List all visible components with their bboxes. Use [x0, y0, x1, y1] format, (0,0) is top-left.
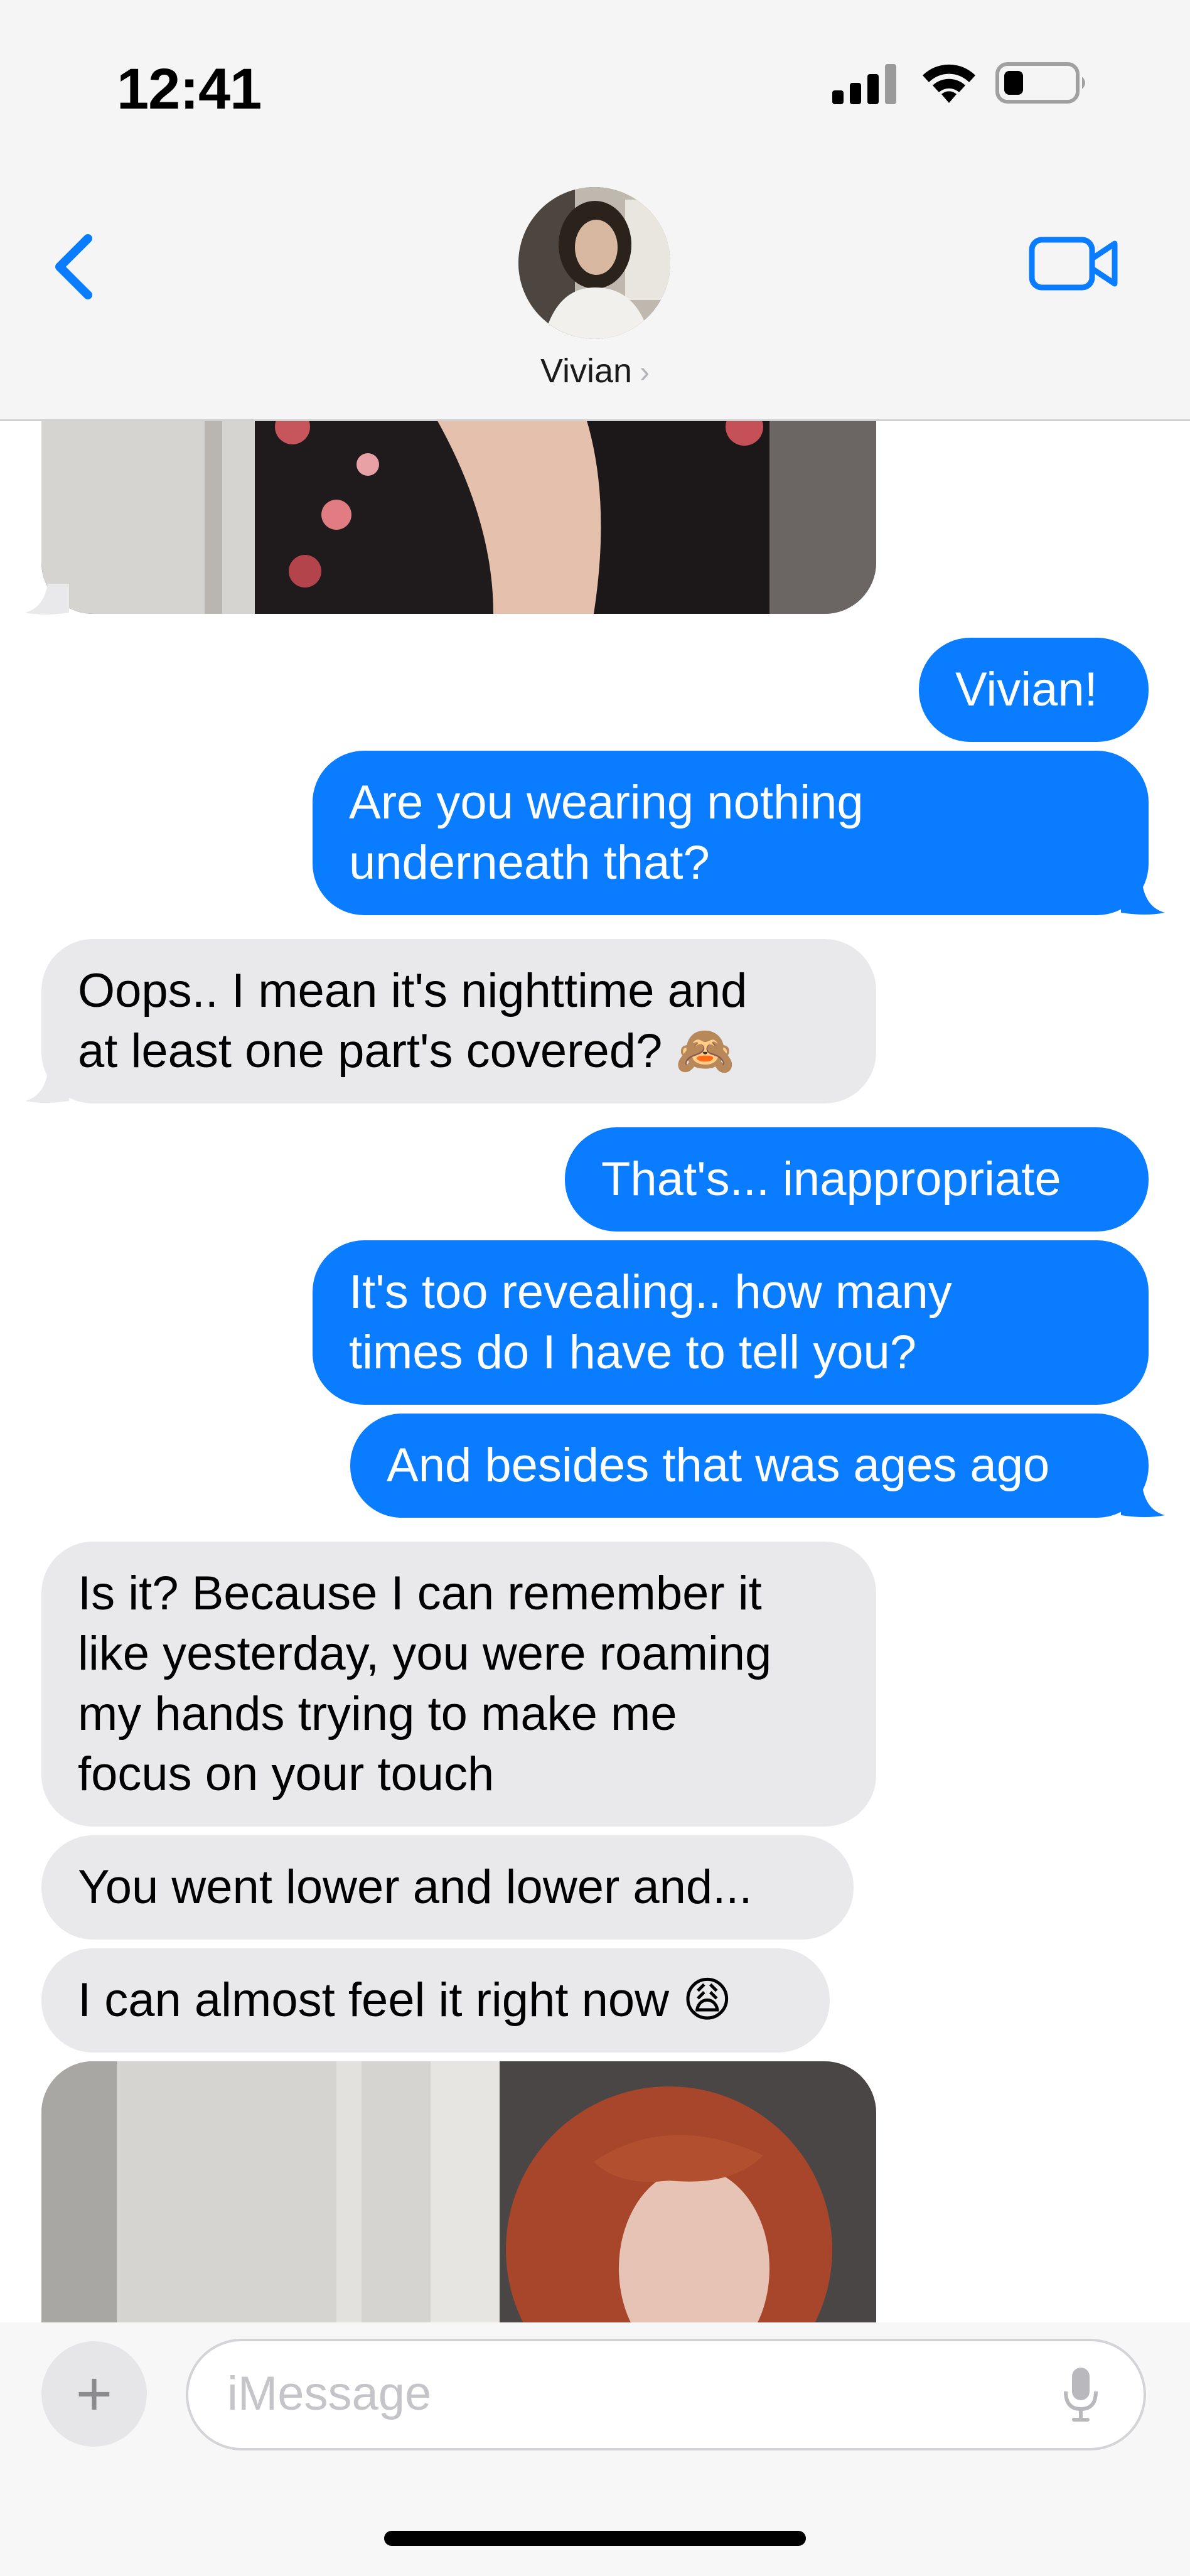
message-text: like yesterday, you were roaming	[78, 1627, 772, 1680]
message-text: Are you wearing nothing	[349, 776, 864, 829]
message-text: my hands trying to make me	[78, 1687, 677, 1741]
message-text: You went lower and lower and...	[78, 1860, 753, 1914]
incoming-message[interactable]: Oops.. I mean it's nighttime and at leas…	[41, 939, 876, 1103]
contact-chevron: ›	[640, 356, 650, 389]
back-button[interactable]	[44, 226, 107, 308]
incoming-message[interactable]: You went lower and lower and...	[41, 1835, 854, 1940]
message-input-placeholder: iMessage	[227, 2367, 432, 2420]
outgoing-message[interactable]: It's too revealing.. how many times do I…	[313, 1240, 1149, 1405]
outgoing-message[interactable]: Vivian!	[919, 638, 1149, 742]
outgoing-message[interactable]: Are you wearing nothing underneath that?	[313, 751, 1149, 915]
message-text: And besides that was ages ago	[387, 1439, 1050, 1492]
bubble-tail	[1121, 1486, 1165, 1517]
incoming-message[interactable]: I can almost feel it right now 😩	[41, 1948, 830, 2053]
dictation-button[interactable]	[1062, 2366, 1100, 2424]
incoming-message[interactable]: Is it? Because I can remember it like ye…	[41, 1542, 876, 1827]
bubble-tail	[25, 1072, 69, 1103]
cellular-signal-icon	[832, 64, 896, 104]
conversation-header: 12:41 Vivian ›	[0, 0, 1190, 421]
message-text: at least one part's covered? 🙈	[78, 1024, 736, 1078]
message-text: focus on your touch	[78, 1747, 495, 1801]
contact-name: Vivian	[540, 352, 633, 390]
message-text: That's... inappropriate	[601, 1152, 1061, 1206]
plus-icon: +	[75, 2359, 113, 2429]
wifi-icon	[923, 64, 975, 103]
outgoing-message[interactable]: And besides that was ages ago	[350, 1414, 1149, 1518]
message-text: Oops.. I mean it's nighttime and	[78, 964, 748, 1017]
battery-icon	[995, 62, 1085, 104]
message-text: underneath that?	[349, 836, 710, 889]
status-time: 12:41	[117, 57, 262, 121]
contact-name-button[interactable]: Vivian ›	[0, 352, 1190, 390]
video-call-button[interactable]	[1028, 232, 1121, 295]
message-input[interactable]: iMessage	[186, 2339, 1146, 2450]
message-text: times do I have to tell you?	[349, 1326, 917, 1379]
contact-avatar[interactable]	[518, 187, 670, 339]
apps-plus-button[interactable]: +	[41, 2341, 147, 2447]
bubble-tail	[1121, 884, 1165, 915]
avatar-photo	[518, 187, 670, 339]
message-text: Is it? Because I can remember it	[78, 1567, 762, 1620]
message-text: Vivian!	[955, 663, 1098, 716]
message-text: I can almost feel it right now 😩	[78, 1973, 732, 2027]
microphone-icon	[1064, 2368, 1098, 2422]
home-indicator[interactable]	[384, 2531, 806, 2546]
outgoing-message[interactable]: That's... inappropriate	[565, 1127, 1149, 1232]
video-camera-icon	[1029, 237, 1118, 291]
bubble-tail	[25, 584, 69, 614]
chevron-left-icon	[55, 234, 92, 299]
message-text: It's too revealing.. how many	[349, 1265, 952, 1319]
